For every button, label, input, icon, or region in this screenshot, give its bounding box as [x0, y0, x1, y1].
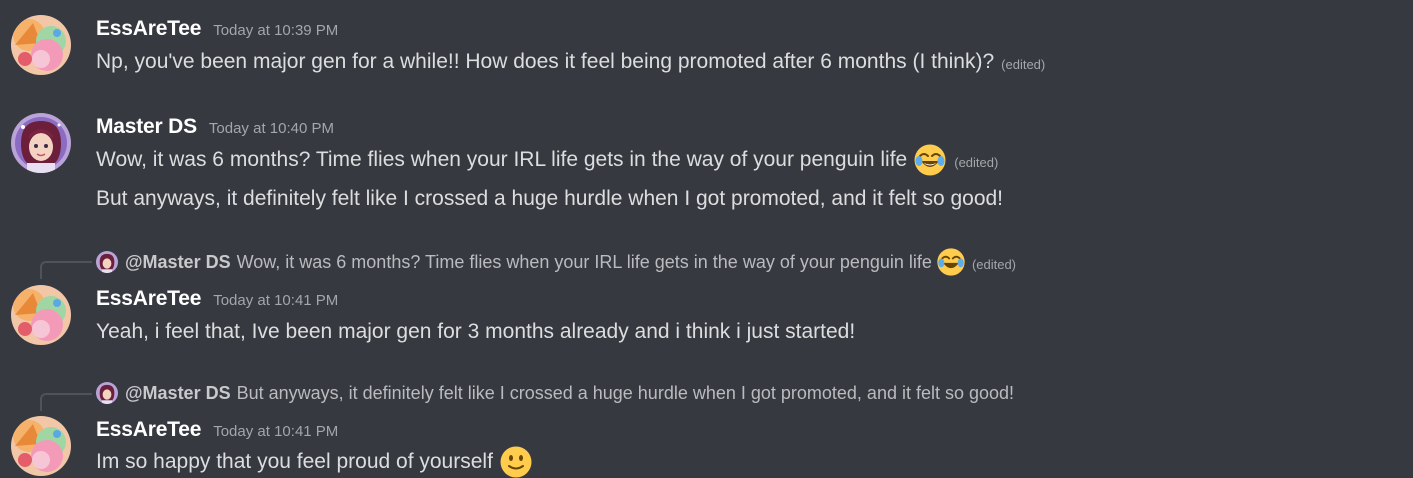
message-content: Np, you've been major gen for a while!! … [96, 47, 1045, 77]
reply-text: Wow, it was 6 months? Time flies when yo… [236, 251, 932, 272]
message-author[interactable]: EssAreTee [96, 418, 201, 442]
message-content: Yeah, i feel that, Ive been major gen fo… [96, 317, 855, 347]
edited-label: (edited) [1001, 56, 1046, 72]
message-content: Wow, it was 6 months? Time flies when yo… [96, 143, 999, 177]
edited-label: (edited) [971, 256, 1017, 272]
message-content: Im so happy that you feel proud of yours… [96, 445, 533, 478]
reply-spine [40, 393, 92, 411]
message-content: But anyways, it definitely felt like I c… [96, 184, 1003, 214]
reply-avatar [96, 382, 118, 404]
joy-emoji-icon [936, 247, 966, 277]
reply-text: But anyways, it definitely felt like I c… [236, 382, 1015, 403]
message-text: But anyways, it definitely felt like I c… [96, 187, 1004, 210]
reply-preview[interactable]: @Master DS But anyways, it definitely fe… [96, 381, 1014, 405]
reply-spine [40, 261, 92, 279]
avatar-essaretee[interactable] [11, 416, 71, 476]
avatar-essaretee[interactable] [11, 285, 71, 345]
message-author[interactable]: EssAreTee [96, 287, 201, 311]
reply-mention[interactable]: @Master DS [125, 383, 231, 404]
message-text: Wow, it was 6 months? Time flies when yo… [96, 148, 908, 171]
message-author[interactable]: EssAreTee [96, 17, 201, 41]
message-text: Np, you've been major gen for a while!! … [96, 50, 995, 73]
edited-label: (edited) [954, 154, 999, 170]
message-timestamp: Today at 10:41 PM [213, 423, 339, 440]
message-author[interactable]: Master DS [96, 115, 197, 139]
avatar-essaretee[interactable] [11, 15, 71, 75]
message-text: Im so happy that you feel proud of yours… [96, 450, 493, 473]
reply-preview[interactable]: @Master DS Wow, it was 6 months? Time fl… [96, 247, 1017, 277]
joy-emoji-icon [913, 143, 947, 177]
chat-message-list: EssAreTee Today at 10:39 PM Np, you've b… [0, 0, 1413, 478]
reply-mention[interactable]: @Master DS [125, 252, 231, 273]
message-timestamp: Today at 10:40 PM [208, 120, 334, 137]
slight-smile-emoji-icon [499, 445, 533, 478]
message-text: Yeah, i feel that, Ive been major gen fo… [96, 320, 856, 343]
message-timestamp: Today at 10:41 PM [213, 292, 339, 309]
reply-avatar [96, 251, 118, 273]
message-timestamp: Today at 10:39 PM [213, 22, 339, 39]
avatar-master-ds[interactable] [11, 113, 71, 173]
